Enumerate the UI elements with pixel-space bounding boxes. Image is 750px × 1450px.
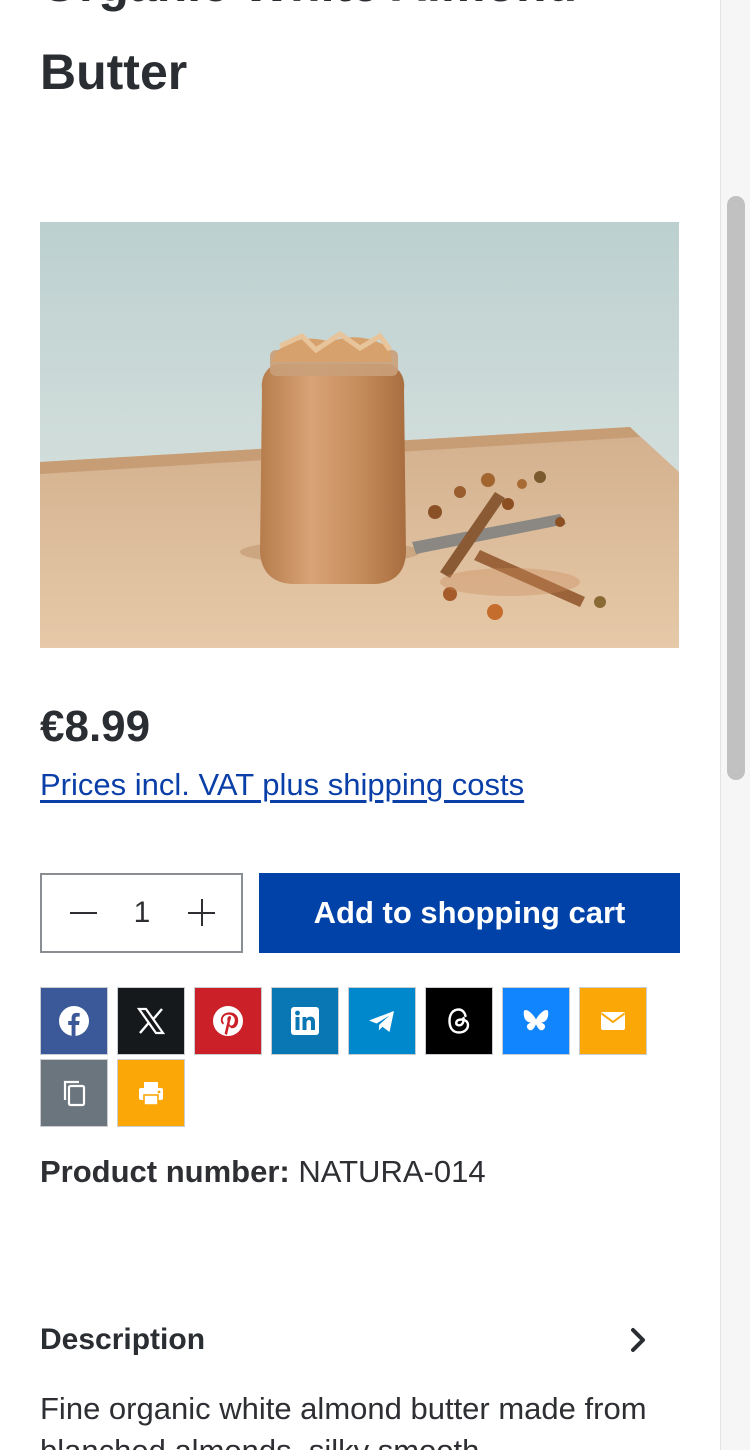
telegram-share-button[interactable] xyxy=(348,987,416,1055)
email-icon xyxy=(600,1012,626,1030)
pinterest-icon xyxy=(213,1006,243,1036)
description-toggle[interactable]: Description xyxy=(40,1318,652,1364)
product-title: Organic White Almond Butter xyxy=(40,0,680,116)
print-button[interactable] xyxy=(117,1059,185,1127)
linkedin-share-button[interactable] xyxy=(271,987,339,1055)
quantity-decrease-button[interactable] xyxy=(60,893,106,933)
product-number-value: NATURA-014 xyxy=(298,1154,486,1189)
product-number: Product number: NATURA-014 xyxy=(40,1152,486,1192)
product-page: Organic White Almond Butter xyxy=(0,0,720,1450)
x-share-button[interactable] xyxy=(117,987,185,1055)
chevron-right-icon xyxy=(631,1328,645,1352)
product-image[interactable] xyxy=(40,222,679,648)
description-text: Fine organic white almond butter made fr… xyxy=(40,1391,647,1450)
product-photo xyxy=(40,222,679,648)
bluesky-share-button[interactable] xyxy=(502,987,570,1055)
product-price: €8.99 xyxy=(40,702,151,751)
pinterest-share-button[interactable] xyxy=(194,987,262,1055)
product-number-label: Product number: xyxy=(40,1154,290,1189)
facebook-icon xyxy=(59,1006,89,1036)
add-to-cart-button[interactable]: Add to shopping cart xyxy=(259,873,680,953)
quantity-increase-button[interactable] xyxy=(178,893,224,933)
quantity-stepper: 1 xyxy=(40,873,243,953)
email-share-button[interactable] xyxy=(579,987,647,1055)
threads-icon xyxy=(448,1008,470,1034)
vat-shipping-link[interactable]: Prices incl. VAT plus shipping costs xyxy=(40,766,524,804)
product-title-text: Organic White Almond Butter xyxy=(40,0,577,100)
threads-share-button[interactable] xyxy=(425,987,493,1055)
print-icon xyxy=(139,1082,163,1106)
description-title: Description xyxy=(40,1323,206,1356)
copy-icon xyxy=(63,1080,86,1107)
bluesky-icon xyxy=(523,1010,549,1031)
scrollbar-thumb[interactable] xyxy=(727,196,745,780)
quantity-input[interactable]: 1 xyxy=(122,893,162,933)
x-icon xyxy=(136,1007,166,1035)
copy-link-button[interactable] xyxy=(40,1059,108,1127)
telegram-icon xyxy=(369,1011,394,1032)
facebook-share-button[interactable] xyxy=(40,987,108,1055)
linkedin-icon xyxy=(291,1007,319,1035)
